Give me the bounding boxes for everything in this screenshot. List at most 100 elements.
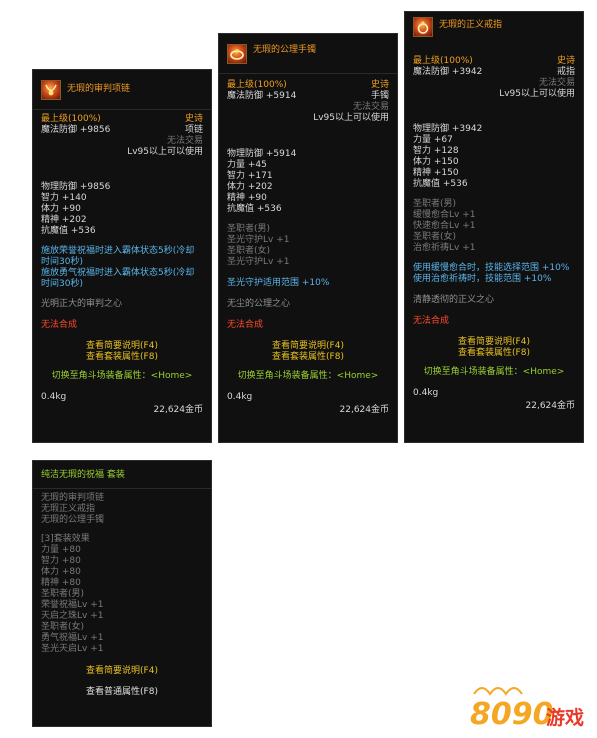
- weight-label: 0.4kg: [413, 388, 439, 398]
- level-requirement: Lv95以上可以使用: [313, 113, 389, 123]
- tooltip-necklace: 无瑕的审判项链 最上级(100%) 史诗 魔法防御 +9856 项链 无法交易 Lv…: [32, 69, 212, 443]
- main-stat: 魔法防御 +3942: [413, 67, 483, 77]
- class-label: 圣职者(女): [41, 622, 85, 632]
- tooltip-header: 无瑕的审判项链: [33, 70, 211, 110]
- weight-label: 0.4kg: [41, 392, 67, 402]
- stat-line: 力量 +67: [413, 135, 453, 145]
- stat-line: 物理防御 +5914: [227, 149, 297, 159]
- price-label: 22,624金币: [525, 401, 576, 411]
- stat-line: 精神 +80: [41, 578, 81, 588]
- effect-line: 使用治愈祈祷时，技能范围 +10%: [413, 274, 552, 284]
- set-piece: 无瑕的公理手镯: [41, 515, 105, 525]
- effect-line: 圣光守护适用范围 +10%: [227, 278, 330, 288]
- rarity-label: 史诗: [184, 114, 203, 124]
- stat-line: 力量 +45: [227, 160, 267, 170]
- set-piece: 无瑕的审判项链: [41, 493, 105, 503]
- bracelet-icon[interactable]: [227, 44, 247, 64]
- tooltip-header: 无瑕的正义戒指: [405, 12, 583, 42]
- skill-bonus: 荣誉祝福Lv +1: [41, 600, 104, 610]
- tooltip-header: 无瑕的公理手镯: [219, 34, 397, 74]
- brief-description-link[interactable]: 查看简要说明(F4): [227, 341, 389, 352]
- flavor-text: 无尘的公理之心: [227, 299, 291, 309]
- set-attributes-link[interactable]: 查看套装属性(F8): [41, 352, 203, 363]
- level-label: 最上级(100%): [413, 56, 473, 66]
- level-requirement: Lv95以上可以使用: [127, 147, 203, 157]
- slot-label: 项链: [184, 125, 203, 135]
- main-stat: 魔法防御 +9856: [41, 125, 111, 135]
- svg-text:8090: 8090: [470, 697, 554, 730]
- flavor-text: 清静透彻的正义之心: [413, 295, 495, 305]
- necklace-icon[interactable]: [41, 80, 61, 100]
- effect-line: 施放勇气祝福时进入霸体状态5秒(冷却时间30秒): [41, 268, 195, 289]
- item-name: 无瑕的正义戒指: [439, 20, 503, 30]
- craft-status: 无法合成: [41, 320, 78, 330]
- trade-label: 无法交易: [352, 102, 389, 112]
- svg-text:游戏: 游戏: [546, 706, 584, 729]
- brief-description-link[interactable]: 查看简要说明(F4): [413, 337, 575, 348]
- normal-attributes-link[interactable]: 查看普通属性(F8): [41, 687, 203, 698]
- tooltip-ring: 无瑕的正义戒指 最上级(100%) 史诗 魔法防御 +3942 戒指 无法交易 Lv…: [404, 11, 584, 443]
- price-label: 22,624金币: [153, 405, 204, 415]
- level-label: 最上级(100%): [41, 114, 101, 124]
- class-label: 圣职者(男): [41, 589, 85, 599]
- class-label: 圣职者(男): [227, 224, 271, 234]
- level-label: 最上级(100%): [227, 80, 287, 90]
- stat-line: 精神 +202: [41, 215, 87, 225]
- set-attributes-link[interactable]: 查看套装属性(F8): [413, 348, 575, 359]
- arena-switch-link[interactable]: 切换至角斗场装备属性：<Home>: [41, 371, 203, 382]
- brief-description-link[interactable]: 查看简要说明(F4): [41, 341, 203, 352]
- stat-line: 体力 +150: [413, 157, 459, 167]
- item-name: 无瑕的公理手镯: [253, 45, 317, 55]
- class-label: 圣职者(男): [413, 199, 457, 209]
- rarity-label: 史诗: [556, 56, 575, 66]
- craft-status: 无法合成: [413, 316, 450, 326]
- flavor-text: 光明正大的审判之心: [41, 299, 123, 309]
- level-requirement: Lv95以上可以使用: [499, 89, 575, 99]
- brief-description-link[interactable]: 查看简要说明(F4): [41, 666, 203, 677]
- class-label: 圣职者(女): [227, 246, 271, 256]
- skill-bonus: 圣光守护Lv +1: [227, 235, 290, 245]
- skill-bonus: 快速愈合Lv +1: [413, 221, 476, 231]
- stat-line: 体力 +80: [41, 567, 81, 577]
- class-label: 圣职者(女): [413, 232, 457, 242]
- skill-bonus: 圣光天启Lv +1: [41, 644, 104, 654]
- stat-line: 智力 +128: [413, 146, 459, 156]
- stat-line: 体力 +90: [41, 204, 81, 214]
- ring-icon[interactable]: [413, 17, 433, 37]
- skill-bonus: 勇气祝福Lv +1: [41, 633, 104, 643]
- skill-bonus: 圣光守护Lv +1: [227, 257, 290, 267]
- weight-label: 0.4kg: [227, 392, 253, 402]
- stat-line: 智力 +171: [227, 171, 273, 181]
- skill-bonus: 缓慢愈合Lv +1: [413, 210, 476, 220]
- skill-bonus: 治愈祈祷Lv +1: [413, 243, 476, 253]
- stat-line: 物理防御 +9856: [41, 182, 111, 192]
- skill-bonus: 天启之珠Lv +1: [41, 611, 104, 621]
- effect-line: 使用缓慢愈合时，技能选择范围 +10%: [413, 263, 570, 273]
- stat-line: 体力 +202: [227, 182, 273, 192]
- set-piece: 无瑕正义戒指: [41, 504, 96, 514]
- tooltip-set-bonus: 纯洁无瑕的祝福 套装 无瑕的审判项链 无瑕正义戒指 无瑕的公理手镯 [3]套装效…: [32, 460, 212, 727]
- set-attributes-link[interactable]: 查看套装属性(F8): [227, 352, 389, 363]
- trade-label: 无法交易: [166, 136, 203, 146]
- slot-label: 手镯: [370, 91, 389, 101]
- stat-line: 智力 +140: [41, 193, 87, 203]
- stat-line: 智力 +80: [41, 556, 81, 566]
- set-effect-header: [3]套装效果: [41, 534, 90, 544]
- craft-status: 无法合成: [227, 320, 264, 330]
- stat-line: 精神 +150: [413, 168, 459, 178]
- arena-switch-link[interactable]: 切换至角斗场装备属性：<Home>: [227, 371, 389, 382]
- stat-line: 抗魔值 +536: [413, 179, 468, 189]
- item-name: 无瑕的审判项链: [67, 84, 131, 94]
- stat-line: 物理防御 +3942: [413, 124, 483, 134]
- stat-line: 抗魔值 +536: [41, 226, 96, 236]
- tooltip-header: 纯洁无瑕的祝福 套装: [33, 461, 211, 489]
- main-stat: 魔法防御 +5914: [227, 91, 297, 101]
- arena-switch-link[interactable]: 切换至角斗场装备属性：<Home>: [413, 367, 575, 378]
- stat-line: 抗魔值 +536: [227, 204, 282, 214]
- site-logo: 8090 游戏: [468, 684, 588, 732]
- trade-label: 无法交易: [538, 78, 575, 88]
- effect-line: 施放荣誉祝福时进入霸体状态5秒(冷却时间30秒): [41, 246, 195, 267]
- tooltip-bracelet: 无瑕的公理手镯 最上级(100%) 史诗 魔法防御 +5914 手镯 无法交易 Lv…: [218, 33, 398, 443]
- slot-label: 戒指: [556, 67, 575, 77]
- rarity-label: 史诗: [370, 80, 389, 90]
